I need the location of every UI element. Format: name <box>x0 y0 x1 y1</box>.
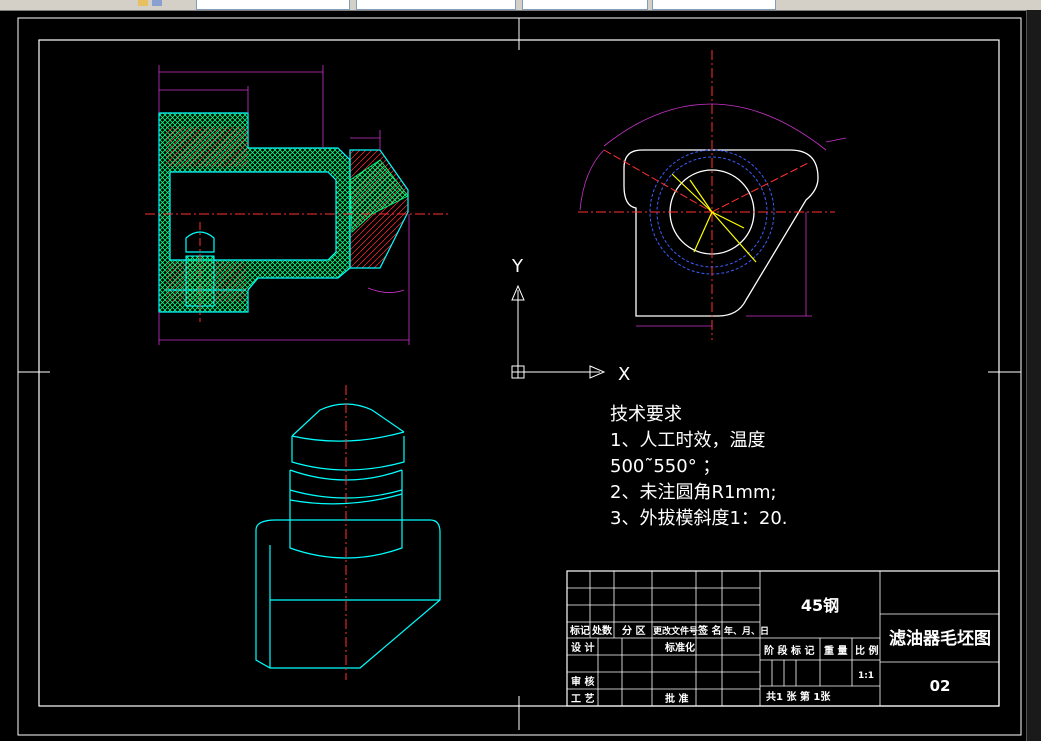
tech-line-3: 2、未注圆角R1mm; <box>610 482 777 503</box>
drawing-number: 02 <box>930 677 951 695</box>
label-shenhe: 审 核 <box>571 675 594 688</box>
material: 45钢 <box>801 596 839 615</box>
section-view[interactable] <box>145 65 448 345</box>
layer-icon[interactable] <box>138 0 148 6</box>
lineweight-dropdown[interactable] <box>652 0 776 10</box>
right-scrollbar[interactable] <box>1026 10 1041 741</box>
linetype-dropdown[interactable] <box>522 0 648 10</box>
label-gongyi: 工 艺 <box>571 692 594 705</box>
tech-line-2: 500˜550° ； <box>610 456 720 477</box>
header-fenqu: 分 区 <box>622 624 645 637</box>
cube-icon[interactable] <box>152 0 162 6</box>
drawing-name: 滤油器毛坯图 <box>889 628 991 649</box>
isometric-view[interactable] <box>255 385 441 680</box>
tech-line-4: 3、外拔模斜度1：20. <box>610 508 788 529</box>
label-zhongliang: 重 量 <box>824 644 847 657</box>
header-qianming: 签 名 <box>697 624 721 637</box>
ucs-y-label: Y <box>511 256 524 277</box>
label-biaozhunhua: 标准化 <box>664 641 695 654</box>
tech-title: 技术要求 <box>610 404 682 425</box>
label-pizhun: 批 准 <box>665 692 688 705</box>
title-block[interactable]: 45钢 滤油器毛坯图 02 标记 处数 分 区 更改文件号 签 名 年、月、日 … <box>566 570 1000 707</box>
ucs-x-label: X <box>618 364 630 385</box>
sheet-count: 共1 张 第 1张 <box>766 690 831 703</box>
top-view[interactable] <box>578 50 847 340</box>
cad-toolbar <box>0 0 1041 11</box>
layer-dropdown[interactable] <box>196 0 350 10</box>
technical-requirements: 技术要求 1、人工时效，温度 500˜550° ； 2、未注圆角R1mm; 3、… <box>610 404 788 529</box>
ucs-icon <box>511 284 606 379</box>
label-bili: 比 例 <box>855 644 878 657</box>
header-chushu: 处数 <box>591 624 613 637</box>
drawing-canvas[interactable]: Y X 技术要求 1、人工时效，温度 500˜550° ； 2、未注圆角R1mm… <box>0 11 1027 741</box>
color-dropdown[interactable] <box>356 0 516 10</box>
label-jieduan: 阶 段 标 记 <box>764 644 814 657</box>
header-gengai: 更改文件号 <box>653 625 698 637</box>
tech-line-1: 1、人工时效，温度 <box>610 430 765 451</box>
label-sheji: 设 计 <box>571 641 594 654</box>
header-biaoji: 标记 <box>569 624 590 637</box>
scale-value: 1:1 <box>858 671 874 681</box>
header-riqi: 年、月、日 <box>724 625 769 637</box>
